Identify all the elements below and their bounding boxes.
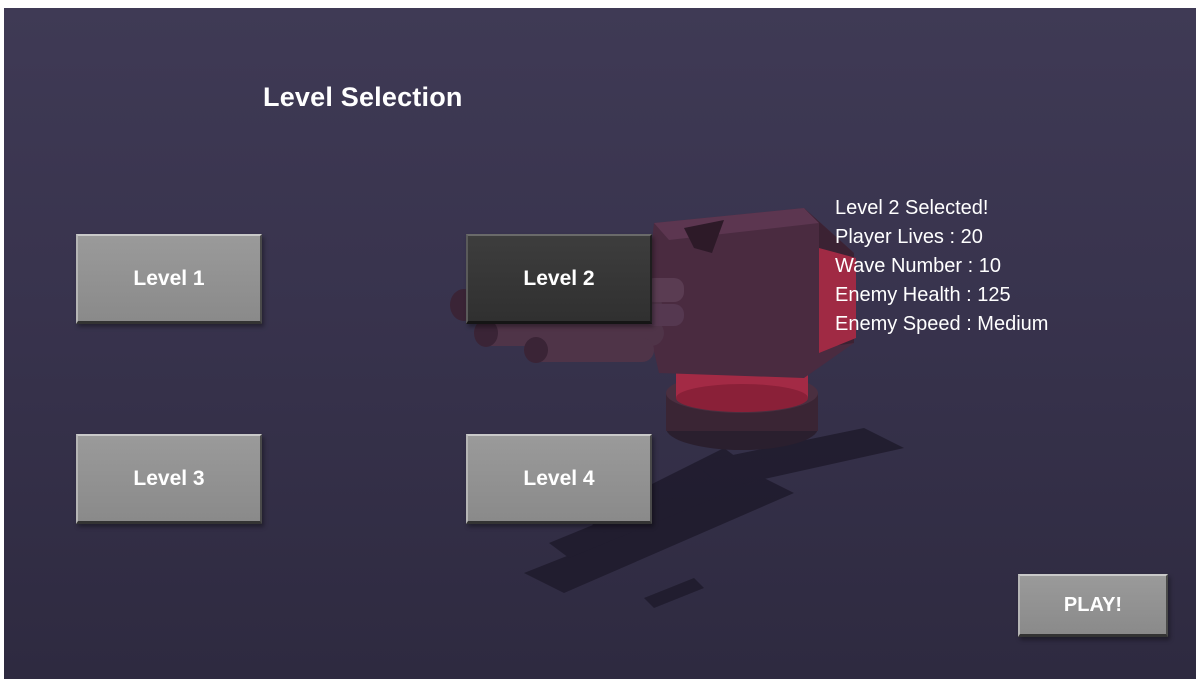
player-lives-text: Player Lives : 20 (835, 226, 983, 248)
game-scene: Level Selection Level 1 Level 2 Level 3 … (4, 8, 1196, 679)
level-3-label: Level 3 (133, 466, 205, 490)
level-4-button[interactable]: Level 4 (466, 434, 652, 524)
level-3-button[interactable]: Level 3 (76, 434, 262, 524)
play-label: PLAY! (1063, 593, 1123, 616)
wave-number-text: Wave Number : 10 (835, 255, 1001, 277)
level-4-label: Level 4 (523, 466, 595, 490)
level-1-button[interactable]: Level 1 (76, 234, 262, 324)
level-2-button[interactable]: Level 2 (466, 234, 652, 324)
level-info-panel: Level 2 Selected! Player Lives : 20 Wave… (835, 194, 1048, 339)
enemy-speed-text: Enemy Speed : Medium (835, 313, 1049, 335)
enemy-health-text: Enemy Health : 125 (835, 284, 1011, 306)
selected-level-text: Level 2 Selected! (835, 197, 989, 219)
level-1-label: Level 1 (133, 266, 205, 290)
page-title: Level Selection (263, 82, 463, 112)
level-2-label: Level 2 (523, 266, 595, 290)
play-button[interactable]: PLAY! (1018, 574, 1168, 637)
